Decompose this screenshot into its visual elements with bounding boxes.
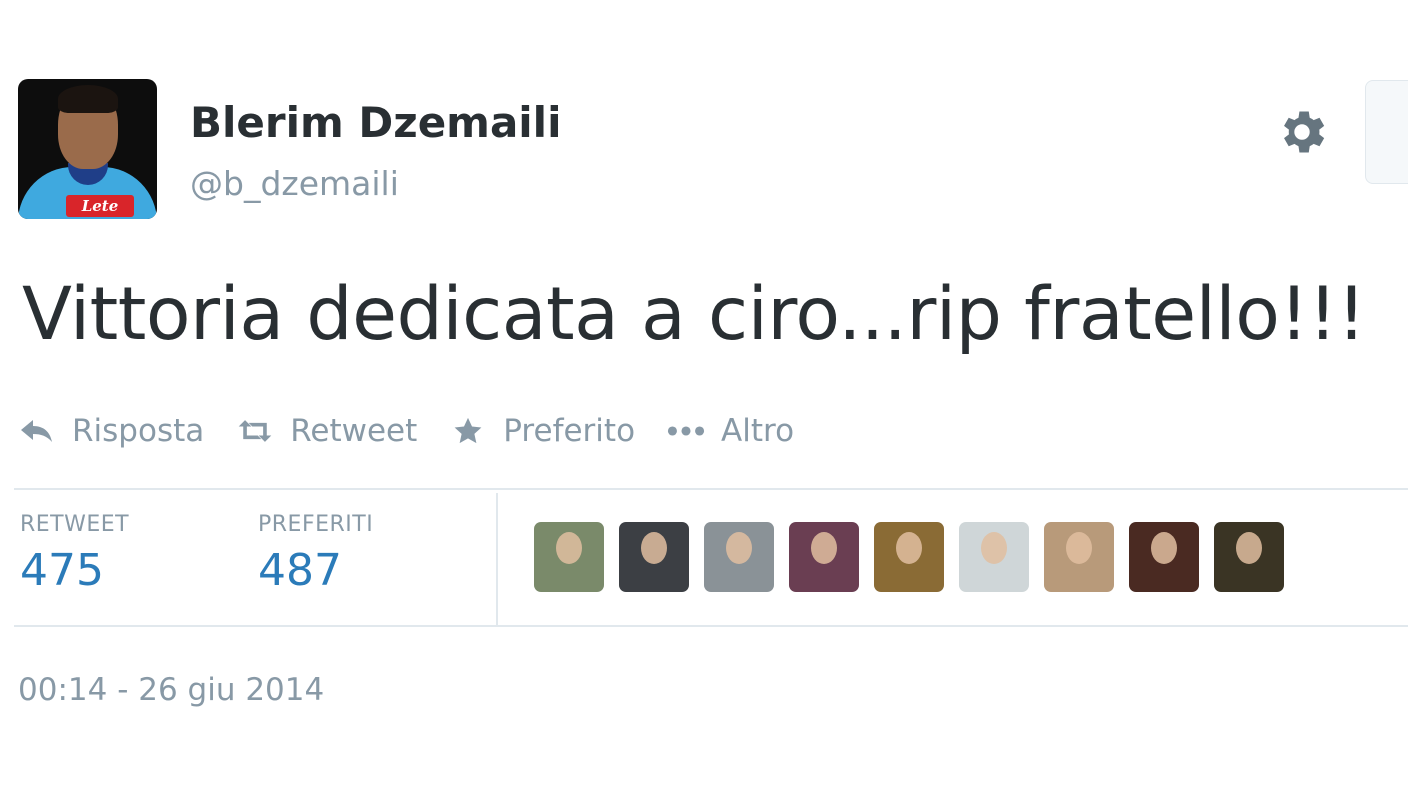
favorite-count-value: 487 bbox=[258, 545, 342, 596]
user-display-name[interactable]: Blerim Dzemaili bbox=[190, 98, 561, 147]
favoriter-avatar[interactable] bbox=[1129, 522, 1199, 592]
favoriter-avatar[interactable] bbox=[959, 522, 1029, 592]
retweet-count-stat[interactable]: RETWEET 475 bbox=[20, 512, 129, 596]
user-handle[interactable]: @b_dzemaili bbox=[190, 164, 399, 203]
more-icon bbox=[667, 416, 705, 446]
favorite-count-label: PREFERITI bbox=[258, 512, 374, 537]
more-action[interactable]: Altro bbox=[667, 413, 794, 449]
star-icon bbox=[449, 416, 487, 446]
favorite-label: Preferito bbox=[503, 413, 636, 449]
tweet-timestamp[interactable]: 00:14 - 26 giu 2014 bbox=[18, 672, 324, 708]
favoriter-avatar[interactable] bbox=[1044, 522, 1114, 592]
retweet-count-label: RETWEET bbox=[20, 512, 130, 537]
favoriter-avatar[interactable] bbox=[874, 522, 944, 592]
follow-button[interactable] bbox=[1365, 80, 1408, 184]
avatar-hair bbox=[58, 85, 118, 113]
tweet-actions: Risposta Retweet Preferito Altro bbox=[18, 408, 826, 454]
favoriter-avatar[interactable] bbox=[704, 522, 774, 592]
retweet-icon bbox=[236, 416, 274, 446]
favoriter-avatar[interactable] bbox=[789, 522, 859, 592]
favoriter-avatar[interactable] bbox=[534, 522, 604, 592]
reply-icon bbox=[18, 416, 56, 446]
favorite-action[interactable]: Preferito bbox=[449, 413, 635, 449]
user-avatar[interactable]: Lete bbox=[18, 79, 157, 219]
stats-vertical-divider bbox=[496, 493, 498, 625]
reply-label: Risposta bbox=[72, 413, 205, 449]
retweet-label: Retweet bbox=[290, 413, 418, 449]
gear-icon[interactable] bbox=[1274, 104, 1330, 160]
favoriters-avatars bbox=[534, 522, 1299, 592]
favoriter-avatar[interactable] bbox=[1214, 522, 1284, 592]
favorite-count-stat[interactable]: PREFERITI 487 bbox=[258, 512, 373, 596]
favoriter-avatar[interactable] bbox=[619, 522, 689, 592]
retweet-action[interactable]: Retweet bbox=[236, 413, 417, 449]
more-label: Altro bbox=[721, 413, 795, 449]
reply-action[interactable]: Risposta bbox=[18, 413, 204, 449]
tweet-text: Vittoria dedicata a ciro...rip fratello!… bbox=[22, 272, 1366, 357]
stats-bottom-divider bbox=[14, 625, 1408, 627]
stats-top-divider bbox=[14, 488, 1408, 490]
retweet-count-value: 475 bbox=[20, 545, 104, 596]
avatar-sponsor-logo: Lete bbox=[66, 195, 134, 217]
